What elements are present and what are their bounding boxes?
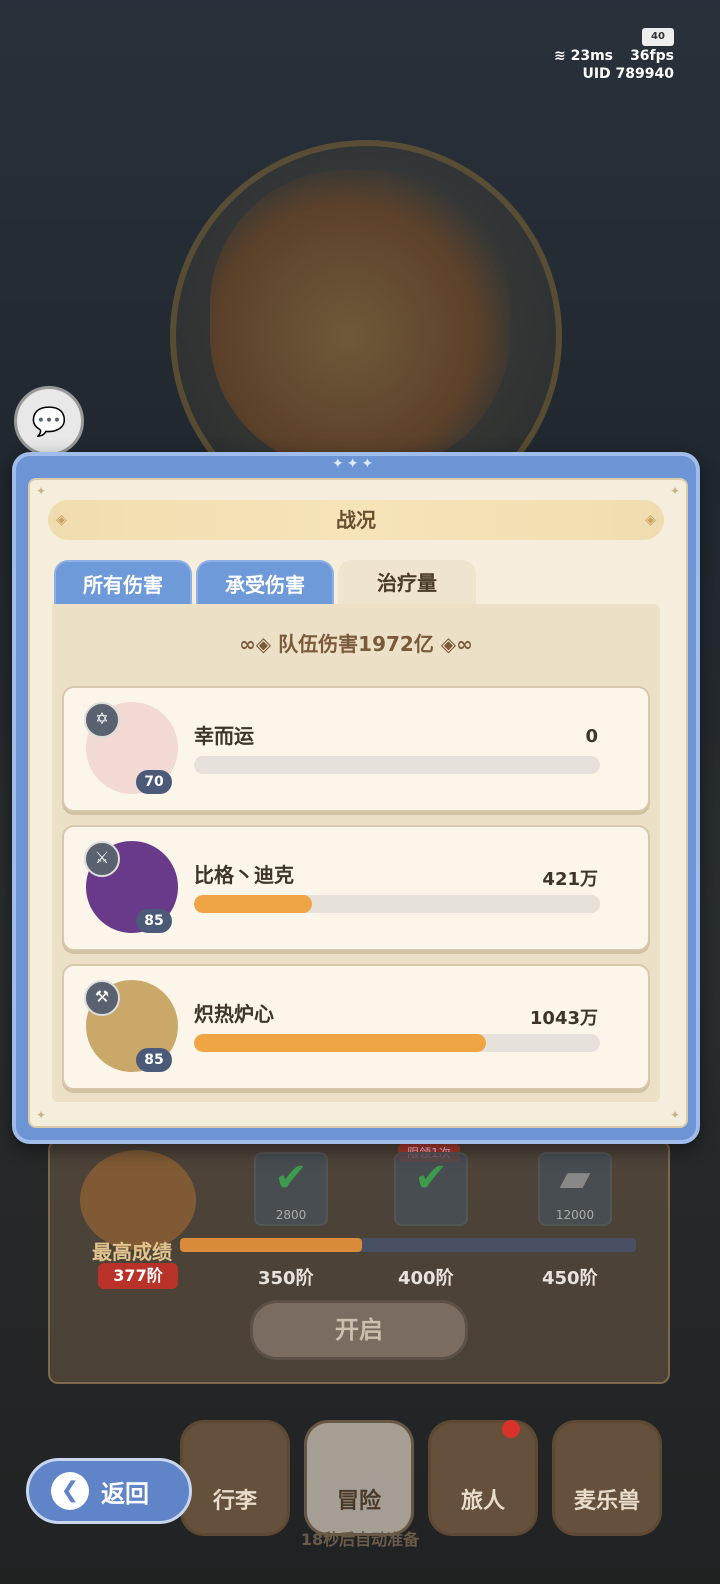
corner-ornament-icon: ✦ — [36, 1108, 47, 1122]
diamond-ornament-icon: ◈ — [56, 512, 67, 528]
ping-value: 23ms — [570, 48, 614, 64]
team-damage-text: 队伍伤害1972亿 — [278, 632, 434, 656]
wifi-icon: ≋ — [554, 48, 566, 64]
modal-title-bar: ◈ 战况 ◈ — [48, 500, 664, 540]
notification-dot — [502, 1420, 520, 1438]
stat-value: 421万 — [542, 869, 598, 890]
best-record-value: 377阶 — [98, 1263, 178, 1289]
tab-damage-taken[interactable]: 承受伤害 — [196, 560, 334, 604]
reward-box-1[interactable]: ✔ 2800 — [254, 1152, 328, 1226]
modal-title: 战况 — [336, 508, 376, 532]
nav-adventure[interactable]: 冒险 — [304, 1420, 414, 1536]
back-arrow-icon: ❮ — [51, 1472, 89, 1510]
tier-label: 400阶 — [398, 1268, 454, 1289]
fps-label: 36fps — [630, 48, 674, 64]
character-avatar: ⚒ 85 — [84, 980, 178, 1072]
chat-button[interactable]: 💬 — [14, 386, 84, 456]
nav-luggage[interactable]: 行李 — [180, 1420, 290, 1536]
tab-healing[interactable]: 治疗量 — [338, 560, 476, 604]
character-avatar: ✡ 70 — [84, 702, 178, 794]
level-badge: 85 — [136, 1048, 172, 1072]
ornament-right-icon: ◈∞ — [440, 632, 473, 656]
nav-travelers[interactable]: 旅人 — [428, 1420, 538, 1536]
battery-icon: 40 — [642, 28, 674, 46]
back-button[interactable]: ❮ 返回 — [26, 1458, 192, 1524]
character-name: 比格丶迪克 — [194, 863, 294, 887]
nav-label: 麦乐兽 — [573, 1489, 640, 1514]
uid-label: UID 789940 — [582, 66, 674, 82]
best-record-label: 最高成绩 — [92, 1240, 172, 1264]
ping-label: ≋ 23ms — [554, 48, 613, 64]
level-badge: 70 — [136, 770, 172, 794]
nav-pets[interactable]: 麦乐兽 — [552, 1420, 662, 1536]
sword-icon: ⚔ — [84, 841, 120, 877]
stat-value: 0 — [585, 726, 598, 747]
open-button[interactable]: 开启 — [250, 1300, 468, 1360]
stat-bar-fill — [194, 1034, 487, 1052]
stat-row[interactable]: ⚒ 85 炽热炉心 1043万 — [62, 964, 650, 1090]
corner-ornament-icon: ✦ — [36, 484, 47, 498]
ornament-left-icon: ∞◈ — [239, 632, 272, 656]
hammer-icon: ⚒ — [84, 980, 120, 1016]
nav-label: 冒险 — [336, 1489, 381, 1514]
stat-row[interactable]: ⚔ 85 比格丶迪克 421万 — [62, 825, 650, 951]
stat-bar — [194, 895, 600, 913]
tier-label: 450阶 — [542, 1268, 598, 1289]
status-overlay: 40 ≋ 23ms 36fps UID 789940 — [544, 24, 674, 84]
stat-value: 1043万 — [529, 1008, 598, 1029]
check-icon: ✔ — [274, 1155, 308, 1201]
reward-box-2[interactable]: ✔ — [394, 1152, 468, 1226]
auto-ready-text: 18秒后自动准备 — [300, 1530, 420, 1549]
sparkle-decoration-icon: ✦✦✦ — [332, 456, 377, 472]
reward-count: 12000 — [555, 1208, 595, 1222]
team-damage-summary: ∞◈ 队伍伤害1972亿 ◈∞ — [52, 628, 660, 657]
star-hex-icon: ✡ — [84, 702, 120, 738]
back-label: 返回 — [101, 1479, 149, 1508]
level-badge: 85 — [136, 909, 172, 933]
tab-all-damage[interactable]: 所有伤害 — [54, 560, 192, 604]
character-name: 幸而运 — [194, 724, 254, 748]
character-name: 炽热炉心 — [194, 1002, 274, 1026]
check-icon: ✔ — [414, 1155, 448, 1201]
best-record-chest — [80, 1150, 196, 1250]
ingot-icon: ▰ — [559, 1155, 591, 1201]
stat-row[interactable]: ✡ 70 幸而运 0 — [62, 686, 650, 812]
corner-ornament-icon: ✦ — [669, 1108, 680, 1122]
reward-box-3[interactable]: ▰ 12000 — [538, 1152, 612, 1226]
corner-ornament-icon: ✦ — [669, 484, 680, 498]
stat-bar-fill — [194, 895, 312, 913]
reward-count: 2800 — [275, 1208, 307, 1222]
diamond-ornament-icon: ◈ — [645, 512, 656, 528]
character-avatar: ⚔ 85 — [84, 841, 178, 933]
nav-label: 行李 — [212, 1489, 257, 1514]
stat-bar — [194, 756, 600, 774]
tier-label: 350阶 — [258, 1268, 314, 1289]
tier-progress-fill — [180, 1238, 363, 1252]
stat-bar — [194, 1034, 600, 1052]
chat-bubbles-icon: 💬 — [31, 404, 67, 438]
nav-label: 旅人 — [460, 1489, 505, 1514]
